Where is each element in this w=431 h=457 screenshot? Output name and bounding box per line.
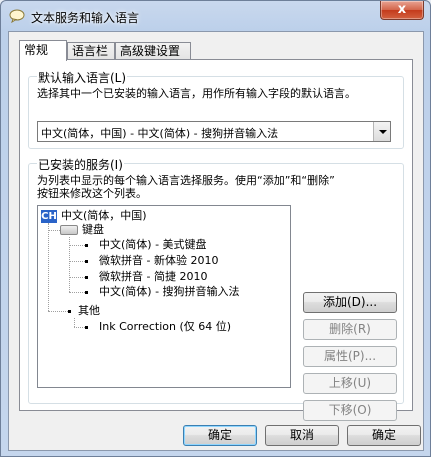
tree-node-keyboard-name: 微软拼音 - 简捷 2010 (99, 270, 208, 283)
tree-connector (48, 311, 68, 312)
keyboard-icon (60, 225, 78, 235)
tree-node-language[interactable]: CH 中文(简体，中国) (38, 209, 238, 223)
tree-node-other-label: 其他 (78, 304, 100, 317)
installed-services-description-line2: 按钮来修改这个列表。 (37, 187, 147, 200)
installed-services-description-line1: 为列表中显示的每个输入语言选择服务。使用“添加”和“删除” (37, 174, 335, 187)
tree-connector (74, 327, 85, 328)
window-title: 文本服务和输入语言 (31, 11, 140, 25)
tree-node-keyboard-name: 微软拼音 - 新体验 2010 (99, 254, 219, 267)
tab-language-bar[interactable]: 语言栏 (67, 42, 115, 60)
tab-panel-general: 默认输入语言(L) 选择其中一个已安装的输入语言，用作所有输入字段的默认语言。 … (19, 59, 413, 421)
apply-button[interactable]: 确定 (347, 425, 421, 446)
default-language-group: 默认输入语言(L) 选择其中一个已安装的输入语言，用作所有输入字段的默认语言。 … (28, 69, 404, 149)
ok-button[interactable]: 确定 (183, 425, 257, 446)
dialog-window: 文本服务和输入语言 x 常规 语言栏 高级键设置 默认输入语言(L) 选择其中一… (0, 0, 431, 457)
move-down-button[interactable]: 下移(O) (303, 400, 397, 421)
tree-node-other-service[interactable]: Ink Correction (仅 64 位) (85, 320, 285, 334)
tree-node-keyboard[interactable]: 微软拼音 - 简捷 2010 (85, 270, 285, 284)
close-button[interactable]: x (380, 1, 424, 20)
tree-node-other-group[interactable]: 其他 (68, 304, 148, 318)
default-language-group-label: 默认输入语言(L) (37, 69, 128, 86)
title-bar[interactable]: 文本服务和输入语言 x (1, 1, 430, 31)
close-icon: x (397, 2, 407, 17)
services-tree[interactable]: CH 中文(简体，中国) 键盘 中文(简体) - 美式键盘 微软拼音 - 新体验… (37, 205, 291, 388)
add-button[interactable]: 添加(D)... (303, 292, 397, 313)
tab-label: 高级键设置 (120, 44, 181, 58)
tree-node-keyboard-group[interactable]: 键盘 (60, 223, 140, 237)
bullet-icon (85, 326, 88, 329)
default-language-description: 选择其中一个已安装的输入语言，用作所有输入字段的默认语言。 (37, 87, 356, 100)
tree-node-other-service-name: Ink Correction (仅 64 位) (99, 320, 232, 333)
default-language-selected-value: 中文(简体，中国) - 中文(简体) - 搜狗拼音输入法 (41, 127, 279, 140)
tree-connector (69, 245, 85, 246)
default-language-select[interactable]: 中文(简体，中国) - 中文(简体) - 搜狗拼音输入法 (37, 121, 391, 142)
tree-node-language-label: 中文(简体，中国) (61, 209, 147, 222)
tree-node-keyboard-name: 中文(简体) - 美式键盘 (99, 238, 207, 251)
tab-general[interactable]: 常规 (19, 40, 67, 61)
tree-connector (69, 292, 85, 293)
cancel-button[interactable]: 取消 (265, 425, 339, 446)
dialog-client-area: 常规 语言栏 高级键设置 默认输入语言(L) 选择其中一个已安装的输入语言，用作… (8, 31, 424, 451)
tree-node-keyboard[interactable]: 中文(简体) - 美式键盘 (85, 238, 285, 252)
installed-services-group-label: 已安装的服务(I) (37, 156, 124, 173)
tree-connector (69, 261, 85, 262)
bullet-icon (68, 310, 71, 313)
bullet-icon (85, 291, 88, 294)
tab-label: 语言栏 (72, 44, 109, 58)
remove-button[interactable]: 删除(R) (303, 319, 397, 340)
properties-button[interactable]: 属性(P)... (303, 346, 397, 367)
bullet-icon (85, 260, 88, 263)
tab-advanced-key-settings[interactable]: 高级键设置 (115, 42, 191, 60)
speech-bubble-icon (9, 9, 25, 23)
chevron-down-icon[interactable] (373, 122, 390, 141)
installed-services-group: 已安装的服务(I) 为列表中显示的每个输入语言选择服务。使用“添加”和“删除” … (28, 156, 404, 421)
tree-node-keyboard-name: 中文(简体) - 搜狗拼音输入法 (99, 285, 240, 298)
tree-connector (74, 318, 75, 327)
language-badge: CH (41, 210, 57, 223)
tree-node-keyboard-label: 键盘 (82, 223, 104, 236)
tree-connector (48, 223, 49, 311)
tab-label: 常规 (24, 43, 49, 57)
bullet-icon (85, 276, 88, 279)
tree-node-keyboard[interactable]: 中文(简体) - 搜狗拼音输入法 (85, 285, 290, 299)
move-up-button[interactable]: 上移(U) (303, 373, 397, 394)
bullet-icon (85, 244, 88, 247)
tree-connector (69, 277, 85, 278)
tree-node-keyboard[interactable]: 微软拼音 - 新体验 2010 (85, 254, 285, 268)
tree-connector (48, 230, 60, 231)
